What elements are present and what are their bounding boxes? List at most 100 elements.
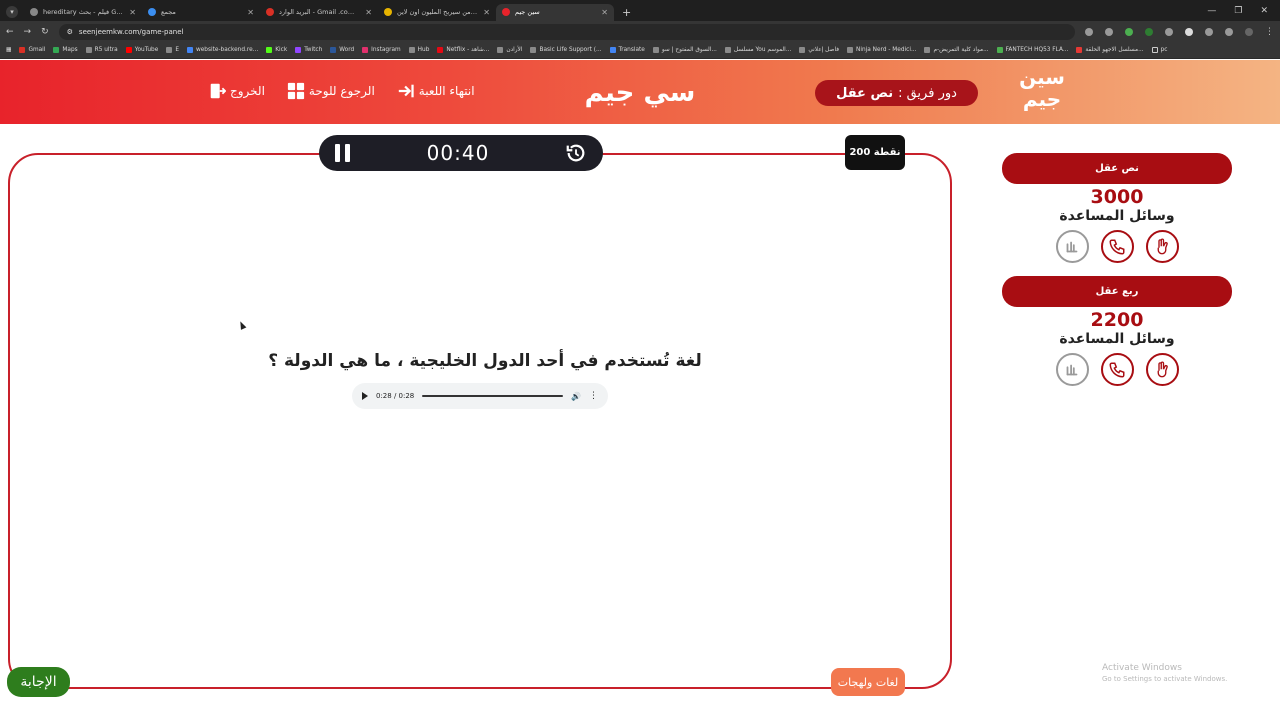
bookmark-item[interactable]: Word bbox=[330, 47, 354, 53]
back-to-board-label: الرجوع للوحة bbox=[308, 84, 375, 98]
volume-icon[interactable]: 🔊 bbox=[571, 392, 581, 401]
minimize-icon[interactable]: — bbox=[1207, 6, 1216, 16]
bookmark-item[interactable]: Kick bbox=[266, 47, 287, 53]
profile-avatar-icon[interactable] bbox=[1245, 27, 1253, 36]
bookmark-label: Ninja Nerd - Medici... bbox=[856, 47, 917, 53]
bookmark-item[interactable]: الأرادن bbox=[497, 47, 522, 53]
close-tab-icon[interactable]: ✕ bbox=[247, 8, 254, 17]
two-fingers-aid[interactable] bbox=[1145, 353, 1179, 386]
site-icon bbox=[384, 8, 392, 16]
tab-search-icon[interactable]: ▾ bbox=[6, 6, 18, 18]
reset-timer-icon[interactable] bbox=[565, 142, 587, 164]
bookmark-item[interactable]: Gmail bbox=[19, 47, 45, 53]
forward-icon[interactable]: → bbox=[24, 27, 32, 37]
browser-tab-1[interactable]: hereditary فيلم - بحث Google ✕ bbox=[24, 4, 142, 21]
split-view-icon[interactable] bbox=[1225, 27, 1233, 36]
two-hands-icon bbox=[1066, 364, 1078, 375]
exit-button[interactable]: الخروج bbox=[208, 82, 265, 100]
bookmark-favicon-icon bbox=[19, 47, 26, 53]
header-actions: الخروج الرجوع للوحة انتهاء اللعبة bbox=[208, 82, 475, 100]
extension-icon[interactable] bbox=[1125, 27, 1133, 36]
bookmark-favicon-icon bbox=[53, 47, 60, 53]
bookmark-folder[interactable]: pc bbox=[1151, 47, 1168, 53]
maximize-icon[interactable]: ❐ bbox=[1234, 6, 1242, 16]
bookmark-item[interactable]: Translate bbox=[609, 47, 645, 53]
close-tab-icon[interactable]: ✕ bbox=[483, 8, 490, 17]
bookmark-item[interactable]: Twitch bbox=[295, 47, 322, 53]
back-to-board-button[interactable]: الرجوع للوحة bbox=[287, 82, 375, 100]
extension-icon[interactable] bbox=[1165, 27, 1173, 36]
double-answer-aid[interactable] bbox=[1055, 353, 1089, 386]
folder-icon bbox=[1151, 47, 1158, 53]
bookmark-label: Hub bbox=[417, 47, 430, 53]
bookmark-item[interactable]: مواد كلية التمريض-م... bbox=[924, 47, 989, 53]
password-icon[interactable] bbox=[1085, 27, 1093, 36]
browser-tab-5-active[interactable]: سين جيم ✕ bbox=[496, 3, 614, 21]
bookmark-item[interactable]: Instagram bbox=[362, 47, 401, 53]
bookmark-item[interactable]: مسلسل You الموسم... bbox=[724, 47, 791, 53]
arrow-to-line-icon bbox=[398, 84, 414, 98]
browser-tab-3[interactable]: البريد الوارد - Gmail .com@gmail ✕ bbox=[260, 4, 378, 21]
show-answer-button[interactable]: الإجابة bbox=[7, 667, 70, 697]
bookmark-item[interactable]: السوق المفتوح | سو... bbox=[652, 47, 717, 53]
pause-icon[interactable] bbox=[335, 144, 351, 162]
turn-team-name: نص عقل bbox=[836, 85, 894, 101]
bookmark-label: مسلسل الاجهو الحلقة... bbox=[1085, 47, 1144, 53]
victory-hand-icon bbox=[1157, 360, 1168, 377]
bookmark-favicon-icon bbox=[295, 47, 302, 53]
close-tab-icon[interactable]: ✕ bbox=[365, 8, 372, 17]
browser-menu-icon[interactable]: ⋮ bbox=[1265, 27, 1274, 37]
phone-icon bbox=[1109, 362, 1125, 378]
tab-title: لعبة من سيربح المليون اون لاين - bbox=[397, 8, 479, 16]
bookmark-label: فاصل إعلاني bbox=[808, 47, 840, 53]
close-tab-icon[interactable]: ✕ bbox=[129, 8, 136, 17]
two-fingers-aid[interactable] bbox=[1145, 230, 1179, 263]
url-field[interactable]: ⚙ seenjeemkw.com/game-panel bbox=[58, 23, 1075, 40]
more-options-icon[interactable]: ⋮ bbox=[589, 391, 598, 401]
end-game-button[interactable]: انتهاء اللعبة bbox=[397, 82, 475, 100]
phone-friend-aid[interactable] bbox=[1100, 353, 1134, 386]
new-tab-icon[interactable]: + bbox=[622, 6, 631, 19]
extensions-puzzle-icon[interactable] bbox=[1205, 27, 1213, 36]
apps-icon[interactable]: ▦ bbox=[6, 47, 11, 53]
browser-tab-2[interactable]: مجمع ✕ bbox=[142, 4, 260, 21]
bookmark-label: pc bbox=[1160, 47, 1168, 53]
phone-friend-aid[interactable] bbox=[1100, 230, 1134, 263]
bookmark-favicon-icon bbox=[266, 47, 273, 53]
back-icon[interactable]: ← bbox=[6, 27, 14, 37]
bookmark-label: Translate bbox=[618, 47, 645, 53]
audio-time: 0:28 / 0:28 bbox=[376, 392, 415, 400]
bookmark-item[interactable]: E bbox=[166, 47, 179, 53]
site-info-icon[interactable]: ⚙ bbox=[67, 28, 73, 36]
extension-icon[interactable] bbox=[1145, 27, 1153, 36]
bookmark-item[interactable]: مسلسل الاجهو الحلقة... bbox=[1076, 47, 1144, 53]
bookmark-item[interactable]: website-backend.re... bbox=[186, 47, 258, 53]
bookmark-item[interactable]: R5 ultra bbox=[85, 47, 118, 53]
aids-label: وسائل المساعدة bbox=[1059, 208, 1175, 224]
bookmarks-bar: ▦ Gmail Maps R5 ultra YouTube E website-… bbox=[0, 42, 1280, 59]
bookmark-item[interactable]: Maps bbox=[53, 47, 78, 53]
tab-title: مجمع bbox=[161, 8, 176, 16]
bookmark-item[interactable]: Basic Life Support (... bbox=[530, 47, 602, 53]
exit-door-icon bbox=[210, 83, 226, 99]
double-answer-aid[interactable] bbox=[1055, 230, 1089, 263]
bookmark-item[interactable]: Hub bbox=[408, 47, 430, 53]
google-icon bbox=[30, 8, 38, 16]
close-tab-icon[interactable]: ✕ bbox=[601, 8, 608, 17]
audio-progress-bar[interactable] bbox=[422, 395, 564, 397]
extension-icon[interactable] bbox=[1185, 27, 1193, 36]
bookmark-label: YouTube bbox=[134, 47, 159, 53]
bookmark-item[interactable]: YouTube bbox=[125, 47, 159, 53]
bookmark-item[interactable]: Ninja Nerd - Medici... bbox=[847, 47, 916, 53]
bookmark-item[interactable]: FANTECH HQ53 FLA... bbox=[996, 47, 1068, 53]
category-badge: لغات ولهجات bbox=[831, 668, 905, 696]
bookmark-star-icon[interactable] bbox=[1105, 27, 1113, 36]
play-icon[interactable] bbox=[362, 392, 368, 400]
bookmark-item[interactable]: فاصل إعلاني bbox=[799, 47, 839, 53]
question-timer: 00:40 bbox=[319, 135, 603, 171]
seenjeem-logo[interactable]: سين جيم bbox=[1012, 66, 1072, 118]
bookmark-item[interactable]: Netflix - شاهد... bbox=[437, 47, 489, 53]
close-window-icon[interactable]: ✕ bbox=[1260, 6, 1268, 16]
reload-icon[interactable]: ↻ bbox=[41, 27, 49, 37]
browser-tab-4[interactable]: لعبة من سيربح المليون اون لاين - ✕ bbox=[378, 4, 496, 21]
